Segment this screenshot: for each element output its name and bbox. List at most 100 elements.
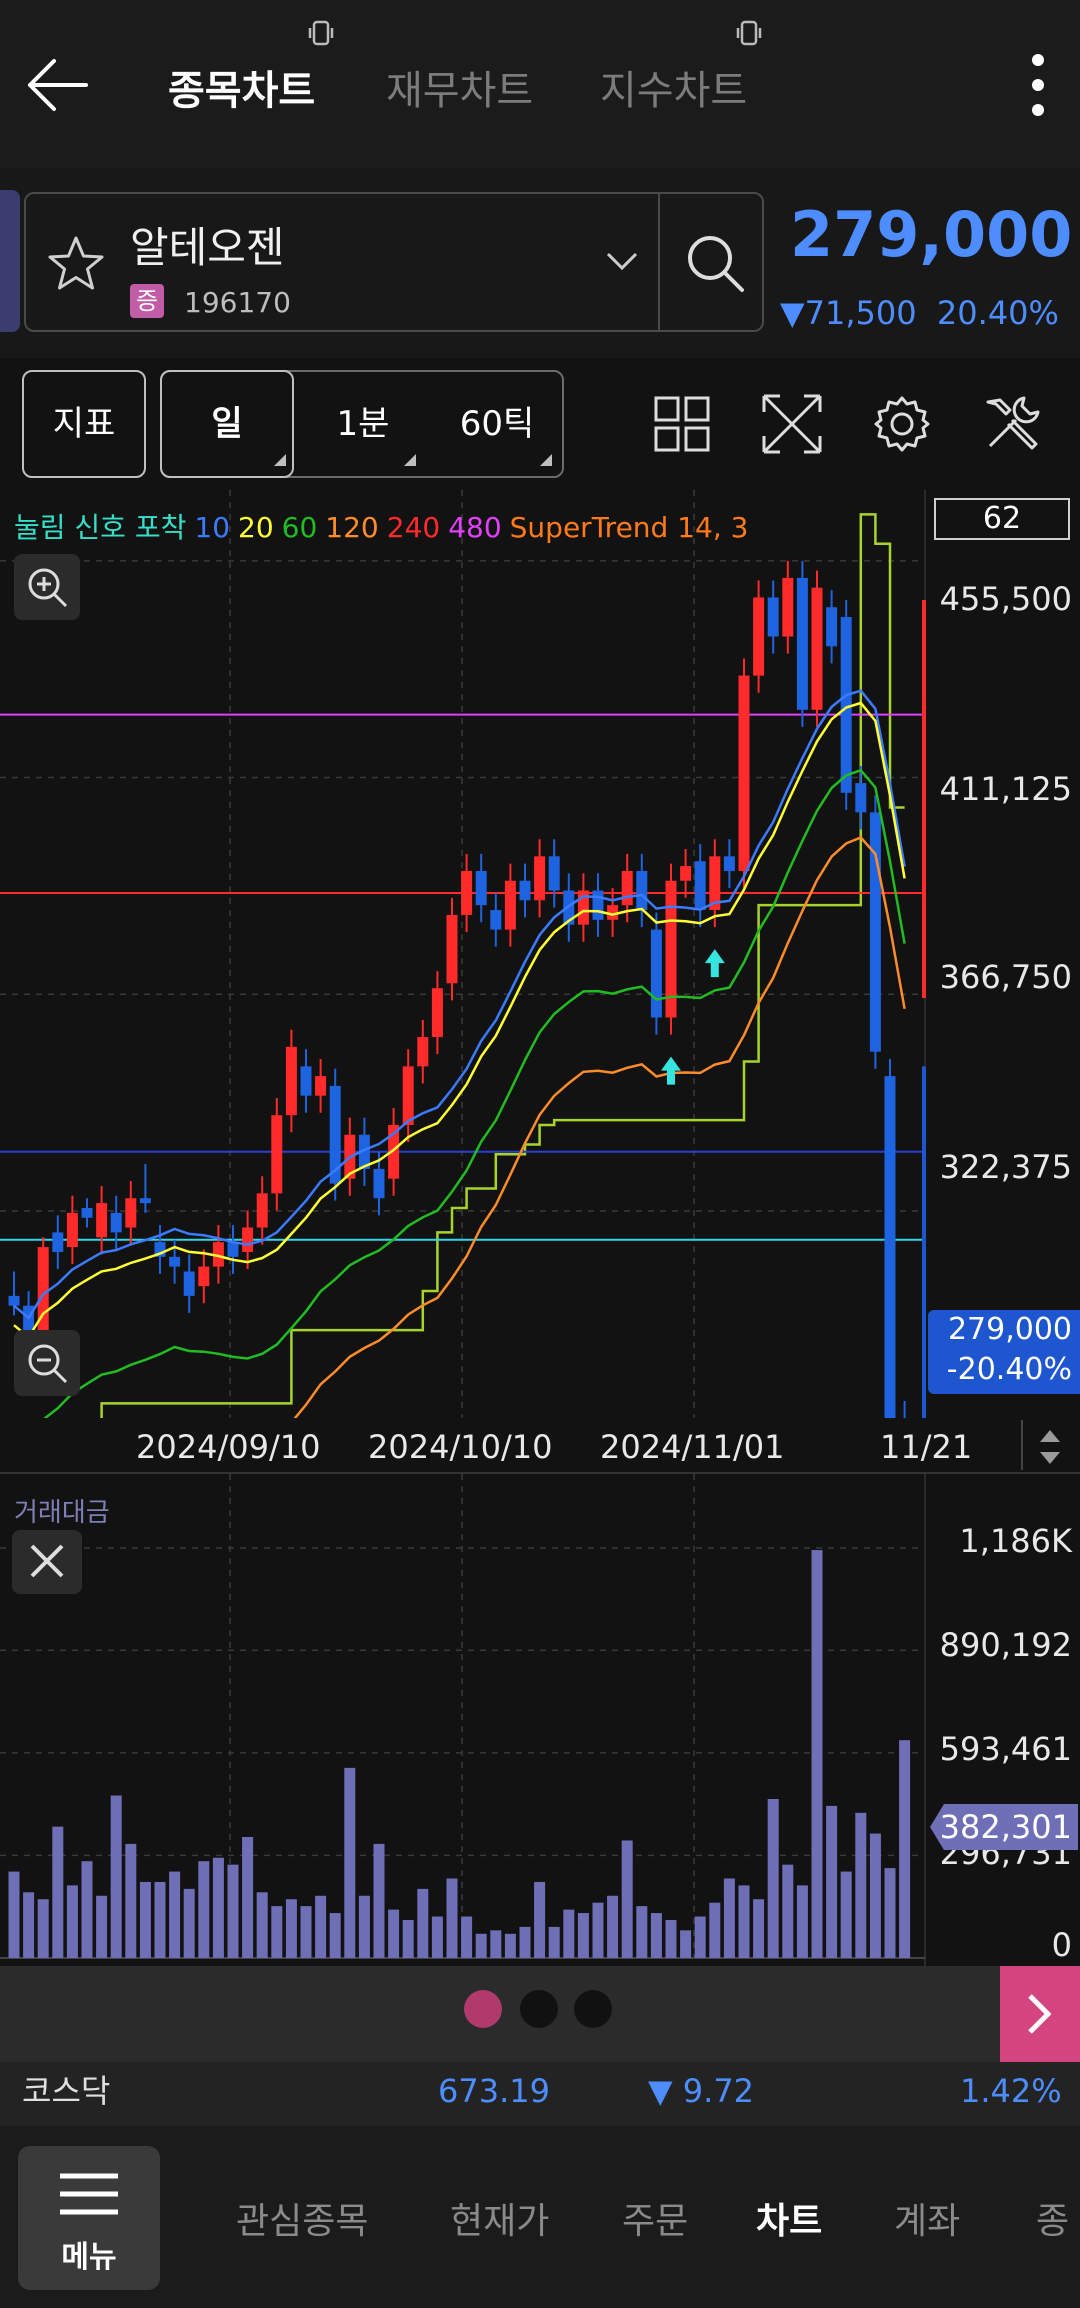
hamburger-icon [60,2173,118,2215]
device-icon [736,20,762,46]
page-dot[interactable] [520,1990,558,2028]
more-vert-icon[interactable] [1030,52,1046,118]
volume-bar [125,1843,137,1958]
volume-bar [519,1926,531,1958]
index-value: 673.19 [438,2072,550,2110]
volume-bar [636,1906,648,1958]
candle-body [256,1193,268,1228]
volume-bar [884,1868,896,1958]
candle-body [796,577,808,710]
candle-body [504,880,516,930]
ma-line-120 [293,836,906,1418]
volume-bar [680,1930,692,1958]
volume-bar [344,1767,356,1958]
candle-body [125,1198,137,1228]
candle-body [680,866,692,881]
volume-bar [373,1843,385,1958]
volume-bars [8,1550,911,1958]
fullscreen-icon[interactable] [760,392,824,456]
legend-ma-10: 10 [194,511,231,544]
volume-bar [548,1926,560,1958]
stock-name: 알테오젠 [130,223,285,272]
candle-body [884,1076,896,1418]
supertrend-line [100,513,905,1418]
chevron-down-icon[interactable] [604,246,640,274]
up-arrow-icon [661,1056,681,1085]
volume-bar [899,1740,911,1958]
volume-bar [198,1861,210,1958]
close-button[interactable] [12,1530,82,1594]
market-badge: 증 [130,284,164,318]
volume-bar [8,1871,20,1958]
current-price-tag: 279,000 -20.40% [928,1310,1080,1394]
tab-stock-chart[interactable]: 종목차트 [168,58,315,116]
tab-index-chart[interactable]: 지수차트 [600,58,747,116]
price-chart[interactable] [0,490,1080,1418]
nav-current-price[interactable]: 현재가 [450,2192,549,2244]
device-icon [308,20,334,46]
volume-bar [212,1857,224,1958]
volume-bar [315,1895,327,1958]
axis-toggle-icon[interactable] [1020,1418,1080,1472]
candle-body [198,1266,210,1287]
visible-count[interactable]: 62 [934,498,1070,540]
legend-ma-240: 240 [386,511,441,544]
candle-body [402,1066,414,1125]
zoom-in-button[interactable] [14,554,80,620]
x-tick-label: 2024/10/10 [368,1428,553,1466]
candle-body [300,1066,312,1096]
candle-body [475,870,487,906]
menu-button[interactable]: 메뉴 [18,2146,160,2290]
volume-bar [227,1864,239,1958]
gear-icon[interactable] [870,392,934,456]
tools-icon[interactable] [980,392,1044,456]
page-dot-active[interactable] [464,1990,502,2028]
volume-bar [402,1919,414,1958]
volume-bar [110,1795,122,1958]
candle-body [315,1076,327,1096]
back-arrow-icon[interactable] [22,50,92,120]
ma-line-20 [13,701,906,1340]
layout-grid-icon[interactable] [650,392,714,456]
zoom-in-icon [28,568,68,608]
search-icon[interactable] [680,228,750,298]
nav-watchlist[interactable]: 관심종목 [236,2192,368,2244]
nav-chart[interactable]: 차트 [756,2192,822,2244]
candle-body [694,861,706,911]
tab-financial-chart[interactable]: 재무차트 [386,58,533,116]
side-drawer-handle[interactable] [0,190,20,332]
x-tick-label: 11/21 [880,1428,973,1466]
candle-body [227,1242,239,1257]
candle-body [242,1227,254,1252]
star-icon[interactable] [44,232,108,296]
menu-label: 메뉴 [61,2240,117,2275]
candle-body [490,910,502,930]
legend-ma-60: 60 [281,511,318,544]
volume-title: 거래대금 [14,1498,110,1528]
page-dot[interactable] [574,1990,612,2028]
candle-body [285,1046,297,1116]
candle-body [723,856,735,871]
nav-more[interactable]: 종 [1036,2192,1069,2244]
volume-bar [782,1864,794,1958]
zoom-out-button[interactable] [14,1330,80,1396]
volume-bar [592,1902,604,1958]
volume-bar [256,1892,268,1958]
volume-bar [534,1881,546,1958]
volume-bar [577,1913,589,1958]
volume-bar [37,1899,49,1958]
volume-bar [650,1913,662,1958]
divider [658,194,660,330]
index-change-percent: 1.42% [960,2072,1062,2110]
indicator-button[interactable]: 지표 [22,370,146,478]
next-page-button[interactable] [1000,1966,1080,2062]
nav-account[interactable]: 계좌 [894,2192,960,2244]
candle-body [169,1256,181,1267]
nav-order[interactable]: 주문 [622,2192,688,2244]
volume-y-label: 593,461 [939,1730,1072,1768]
volume-bar [300,1906,312,1958]
volume-bar [490,1930,502,1958]
volume-bar [154,1881,166,1958]
volume-bar [607,1895,619,1958]
candle-body [96,1203,108,1238]
